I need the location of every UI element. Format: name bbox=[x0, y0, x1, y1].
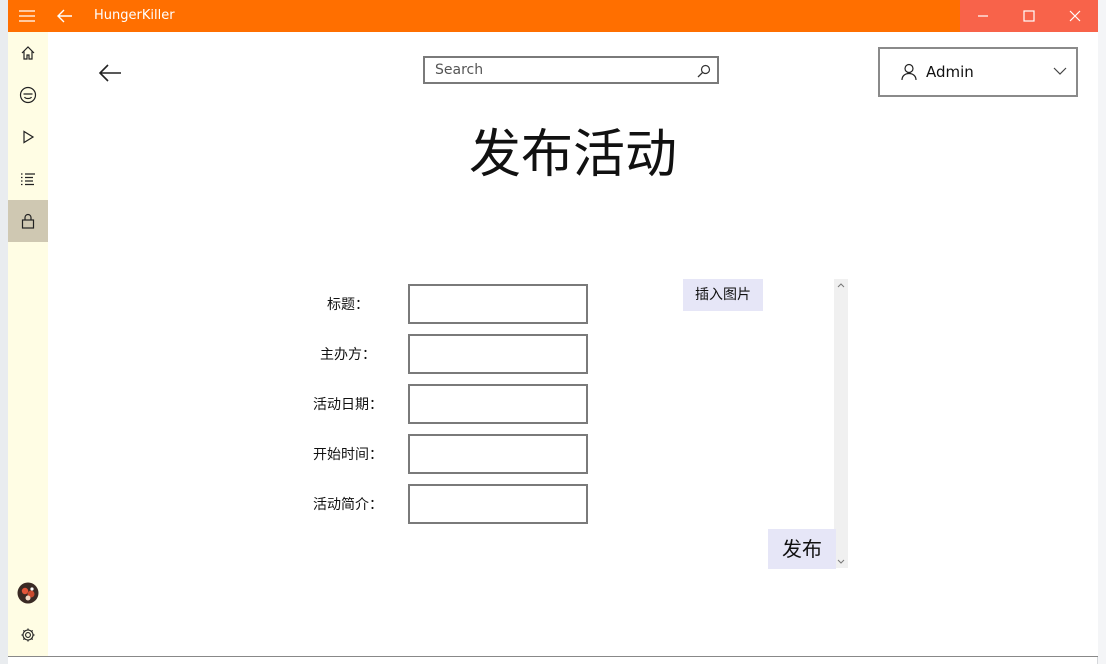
main-content: Admin 发布活动 标题： 主办方： 活动日期： 开始时间： 活动简介： 插入… bbox=[48, 32, 1098, 656]
sidebar-item-home[interactable] bbox=[8, 32, 48, 74]
minimize-icon[interactable] bbox=[960, 0, 1006, 32]
event-date-field[interactable] bbox=[408, 384, 588, 424]
description-label: 活动简介： bbox=[313, 497, 383, 513]
user-dropdown[interactable]: Admin bbox=[878, 47, 1078, 97]
lock-icon bbox=[21, 213, 35, 229]
page-title: 发布活动 bbox=[468, 125, 677, 185]
user-name: Admin bbox=[926, 63, 974, 81]
gear-icon bbox=[21, 628, 35, 642]
organizer-field[interactable] bbox=[408, 334, 588, 374]
scroll-up-icon[interactable] bbox=[834, 279, 848, 291]
description-field[interactable] bbox=[408, 484, 588, 524]
close-icon[interactable] bbox=[1052, 0, 1098, 32]
app-window: HungerKiller Search Admin 发布活动 标题： 主办方： … bbox=[8, 0, 1098, 657]
list-icon bbox=[21, 173, 35, 186]
sidebar-item-settings[interactable] bbox=[8, 614, 48, 656]
publish-button[interactable]: 发布 bbox=[768, 529, 836, 569]
desktop-background-left bbox=[0, 0, 8, 664]
sidebar-item-list[interactable] bbox=[8, 158, 48, 200]
sidebar-item-lock[interactable] bbox=[8, 200, 48, 242]
smiley-icon bbox=[19, 86, 37, 104]
window-title: HungerKiller bbox=[94, 8, 175, 23]
image-area-scrollbar[interactable] bbox=[834, 279, 848, 568]
event-date-label: 活动日期： bbox=[313, 397, 383, 413]
play-icon bbox=[23, 130, 35, 144]
sidebar bbox=[8, 32, 48, 656]
search-input[interactable] bbox=[425, 58, 707, 82]
title-label: 标题： bbox=[327, 297, 369, 313]
chevron-down-icon bbox=[1053, 67, 1067, 75]
insert-image-button[interactable]: 插入图片 bbox=[683, 279, 763, 311]
hamburger-menu-icon[interactable] bbox=[8, 0, 46, 32]
title-field[interactable] bbox=[408, 284, 588, 324]
user-icon bbox=[901, 63, 917, 81]
search-icon[interactable] bbox=[695, 62, 713, 80]
search-box bbox=[423, 56, 719, 84]
back-arrow-icon bbox=[98, 64, 121, 82]
desktop-background-right bbox=[1097, 0, 1106, 664]
home-icon bbox=[21, 46, 35, 60]
title-bar: HungerKiller bbox=[8, 0, 1098, 32]
avatar bbox=[17, 582, 39, 604]
caption-controls bbox=[960, 0, 1098, 32]
organizer-label: 主办方： bbox=[320, 347, 376, 363]
start-time-field[interactable] bbox=[408, 434, 588, 474]
scroll-down-icon[interactable] bbox=[834, 556, 848, 568]
sidebar-item-avatar[interactable] bbox=[8, 572, 48, 614]
sidebar-item-play[interactable] bbox=[8, 116, 48, 158]
back-button[interactable] bbox=[96, 62, 124, 84]
start-time-label: 开始时间： bbox=[313, 447, 383, 463]
title-back-icon[interactable] bbox=[46, 0, 84, 32]
sidebar-item-smiley[interactable] bbox=[8, 74, 48, 116]
maximize-icon[interactable] bbox=[1006, 0, 1052, 32]
